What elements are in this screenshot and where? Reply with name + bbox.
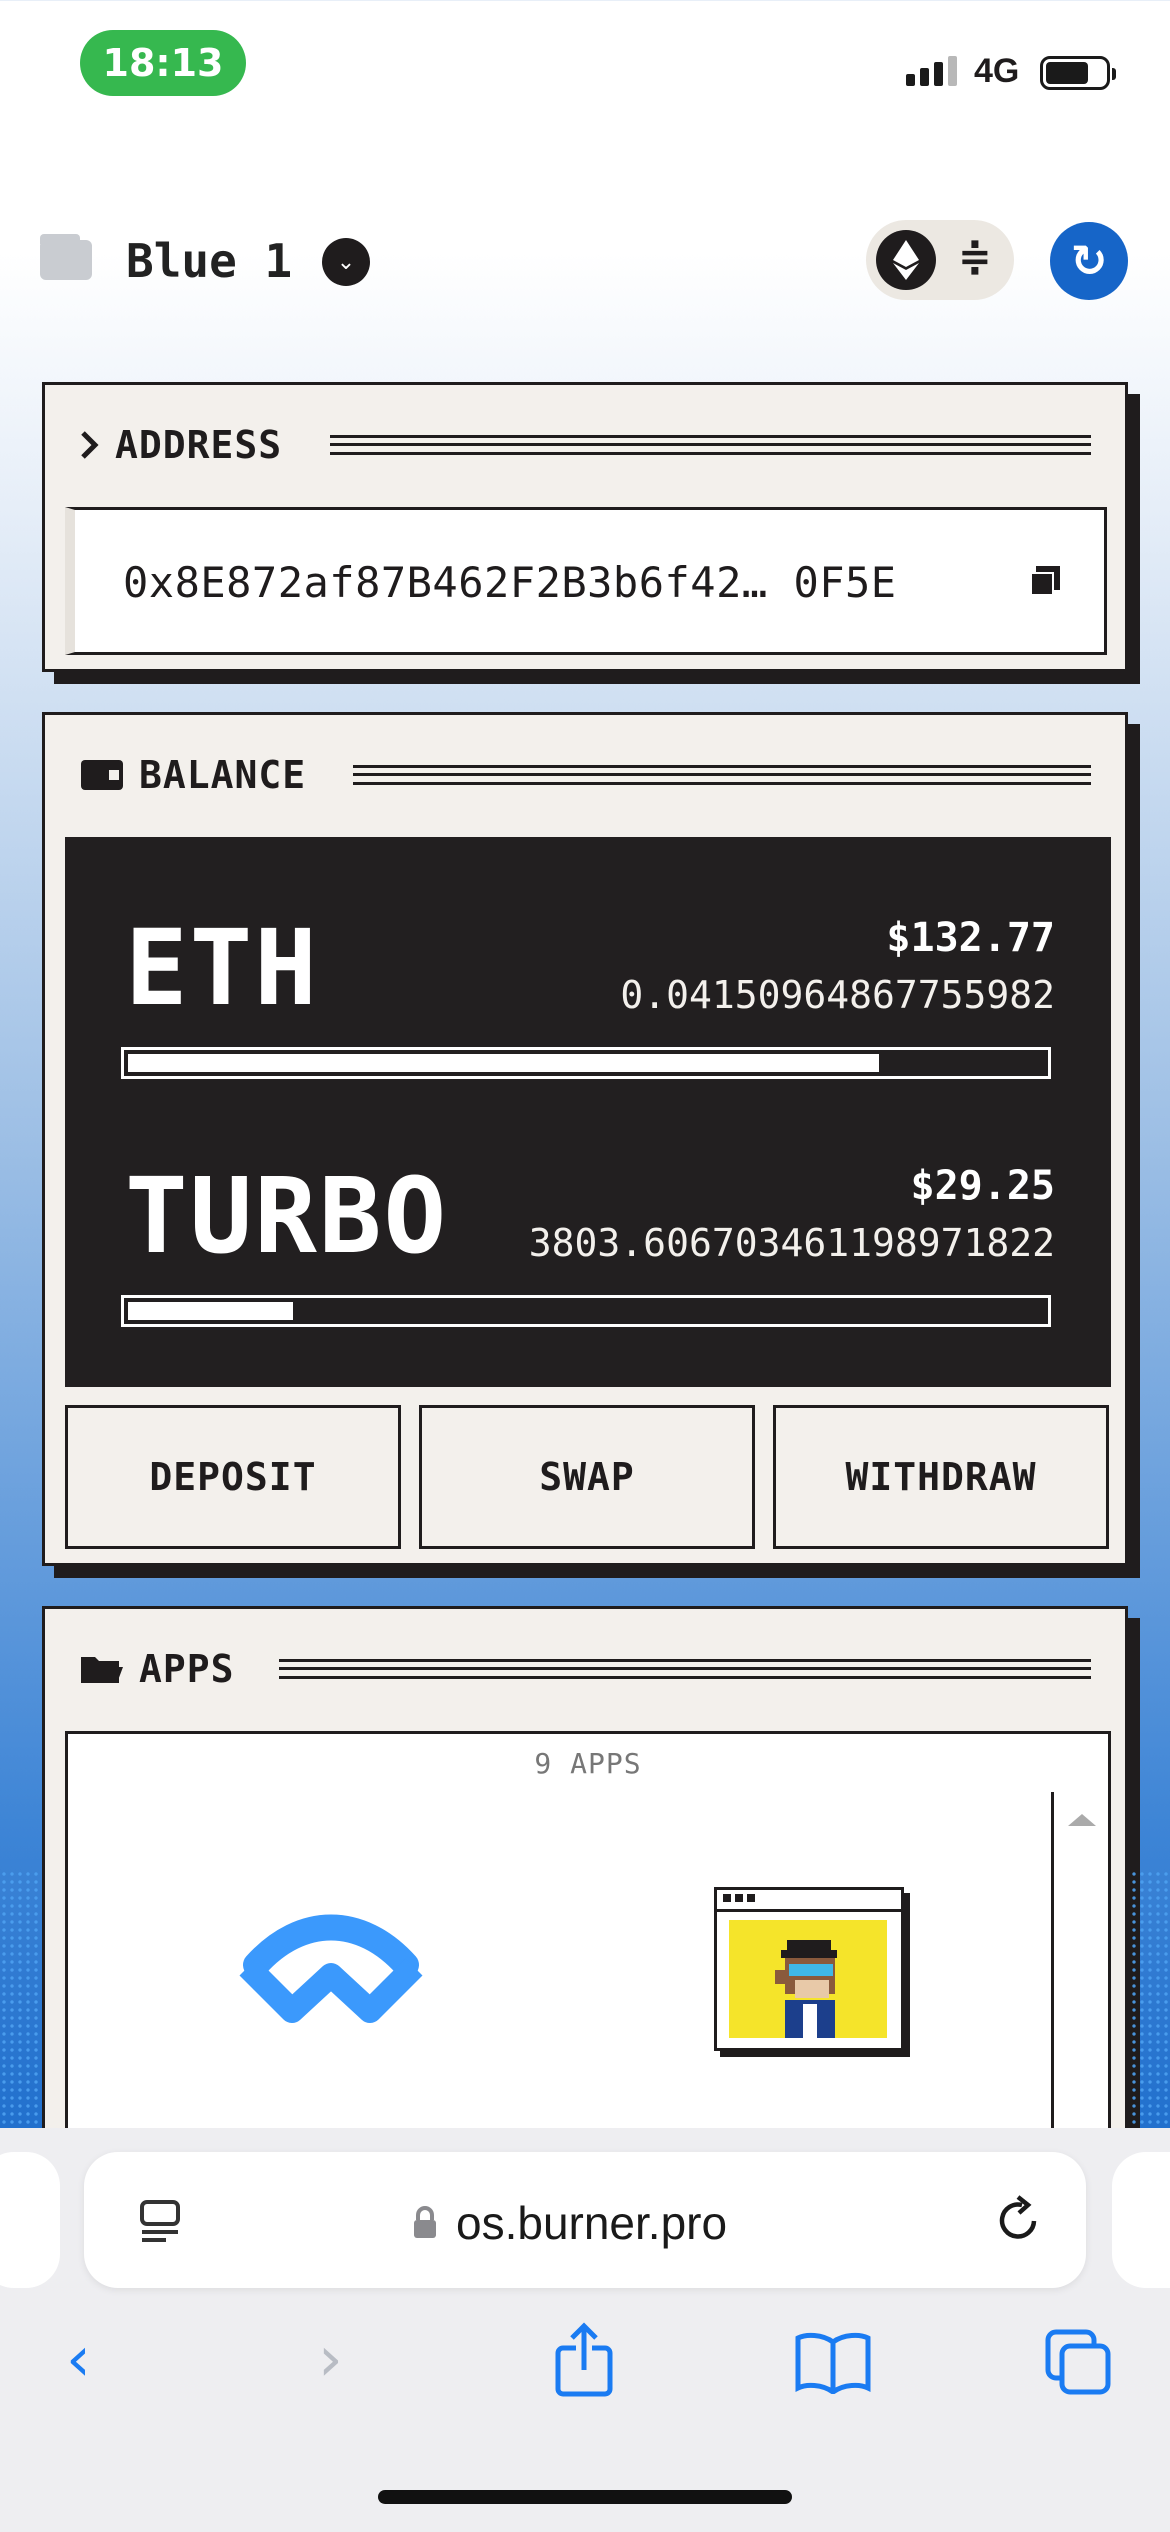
withdraw-button[interactable]: WITHDRAW: [773, 1405, 1109, 1549]
deposit-button[interactable]: DEPOSIT: [65, 1405, 401, 1549]
url-text[interactable]: os.burner.pro: [456, 2196, 727, 2250]
refresh-button[interactable]: ↻: [1050, 222, 1128, 300]
apps-count: 9 APPS: [65, 1731, 1111, 1795]
bookmarks-icon[interactable]: [794, 2332, 872, 2394]
apps-panel-header: APPS: [81, 1647, 235, 1691]
bored-ape-icon[interactable]: [714, 1887, 904, 2051]
balance-panel: BALANCE ETH $132.77 0.04150964867755982 …: [42, 712, 1128, 1566]
asset-share-bar: [121, 1295, 1051, 1327]
asset-share-bar: [121, 1047, 1051, 1079]
copy-icon[interactable]: [1030, 566, 1060, 596]
divider: [279, 1659, 1091, 1679]
ethereum-icon: [876, 230, 936, 290]
apps-panel: APPS 9 APPS: [42, 1606, 1128, 2206]
battery-icon: [1040, 56, 1116, 90]
chevron-right-icon: [81, 431, 99, 459]
network-type: 4G: [974, 52, 1020, 90]
swap-arrows-icon: ≑: [958, 234, 992, 280]
wallet-name[interactable]: Blue 1: [126, 234, 292, 288]
asset-amount: 3803.606703461198971822: [528, 1221, 1055, 1265]
asset-symbol: TURBO: [125, 1155, 449, 1277]
asset-usd-value: $132.77: [886, 915, 1055, 961]
balance-panel-header: BALANCE: [81, 753, 306, 797]
asset-amount: 0.04150964867755982: [620, 973, 1055, 1017]
address-title: ADDRESS: [115, 423, 283, 467]
address-panel-header: ADDRESS: [81, 423, 282, 467]
walletconnect-icon[interactable]: [236, 1907, 426, 2027]
previous-tab-card[interactable]: [0, 2152, 60, 2288]
lock-icon: [414, 2206, 436, 2238]
apps-title: APPS: [139, 1647, 235, 1691]
reload-icon[interactable]: [992, 2194, 1046, 2248]
divider: [353, 765, 1091, 785]
folder-icon: [81, 1657, 123, 1683]
asset-symbol: ETH: [125, 907, 319, 1029]
signal-icon: [906, 56, 957, 86]
wallet-icon: [40, 234, 92, 280]
share-icon[interactable]: [552, 2322, 616, 2398]
address-value: 0x8E872af87B462F2B3b6f42… 0F5E: [123, 558, 897, 607]
next-tab-card[interactable]: [1112, 2152, 1170, 2288]
asset-usd-value: $29.25: [910, 1163, 1056, 1209]
balance-list: ETH $132.77 0.04150964867755982 TURBO $2…: [65, 837, 1111, 1387]
back-button[interactable]: ‹: [66, 2322, 91, 2395]
home-indicator: [378, 2490, 792, 2504]
pixel-pattern: [0, 1870, 40, 2130]
forward-button[interactable]: ›: [318, 2322, 343, 2395]
wallet-icon: [81, 760, 123, 790]
divider: [330, 435, 1091, 455]
chevron-down-icon[interactable]: ⌄: [322, 238, 370, 286]
pixel-pattern: [1130, 1870, 1170, 2130]
address-panel: ADDRESS 0x8E872af87B462F2B3b6f42… 0F5E: [42, 382, 1128, 672]
status-time: 18:13: [80, 30, 246, 96]
swap-button[interactable]: SWAP: [419, 1405, 755, 1549]
network-selector[interactable]: ≑: [866, 220, 1014, 300]
tabs-icon[interactable]: [1044, 2328, 1114, 2398]
address-field[interactable]: 0x8E872af87B462F2B3b6f42… 0F5E: [65, 507, 1107, 655]
tab-overview-icon[interactable]: [136, 2196, 184, 2244]
balance-title: BALANCE: [139, 753, 307, 797]
